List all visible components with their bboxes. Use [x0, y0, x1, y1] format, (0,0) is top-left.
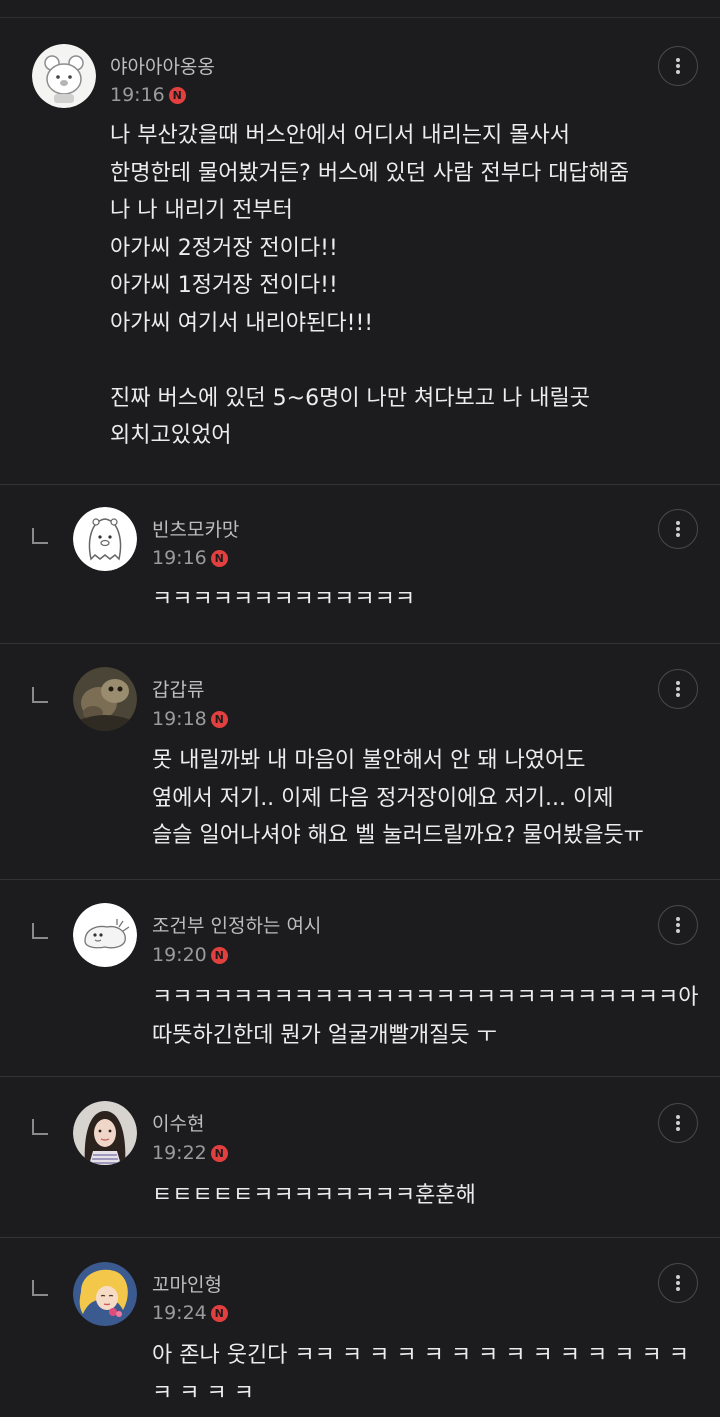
comment-author[interactable]: 갑갑류: [152, 675, 204, 702]
comment-body: ㅋㅋㅋㅋㅋㅋㅋㅋㅋㅋㅋㅋㅋ: [152, 587, 416, 612]
more-options-button[interactable]: [658, 1263, 698, 1303]
avatar[interactable]: [73, 507, 137, 571]
comment-item: 야아아아옹옹 19:16 N 나 부산갔을때 버스안에서 어디서 내리는지 몰사…: [0, 0, 720, 484]
new-badge: N: [210, 1144, 228, 1162]
comment-author[interactable]: 야아아아옹옹: [110, 52, 215, 79]
comment-body: ㅌㅌㅌㅌㅌㅋㅋㅋㅋㅋㅋㅋㅋ훈훈해: [152, 1183, 476, 1208]
comment-meta: 19:22 N: [152, 1142, 228, 1164]
avatar[interactable]: [32, 44, 96, 108]
more-options-button[interactable]: [658, 669, 698, 709]
comment-body: ㅋㅋㅋㅋㅋㅋㅋㅋㅋㅋㅋㅋㅋㅋㅋㅋㅋㅋㅋㅋㅋㅋㅋㅋㅋㅋ아 따뜻하긴한데 뭔가 얼굴…: [152, 985, 699, 1048]
new-badge: N: [210, 549, 228, 567]
new-badge: N: [210, 946, 228, 964]
comment-time: 19:16: [152, 547, 207, 569]
person-photo-avatar: [73, 1101, 137, 1165]
comment-body: 나 부산갔을때 버스안에서 어디서 내리는지 몰사서 한명한테 물어봤거든? 버…: [110, 123, 630, 448]
ghost-bear-avatar: [73, 507, 137, 571]
comment-time: 19:18: [152, 708, 207, 730]
comment-body: 아 존나 웃긴다 ㅋㅋ ㅋ ㅋ ㅋ ㅋ ㅋ ㅋ ㅋ ㅋ ㅋ ㅋ ㅋ ㅋ ㅋ ㅋ …: [152, 1343, 689, 1406]
comment-author[interactable]: 빈츠모카맛: [152, 515, 239, 542]
more-vertical-icon: [676, 917, 680, 933]
reply-item: 빈츠모카맛 19:16 N ㅋㅋㅋㅋㅋㅋㅋㅋㅋㅋㅋㅋㅋ: [0, 485, 720, 643]
cat-face-avatar: [32, 44, 96, 108]
comment-meta: 19:18 N: [152, 708, 228, 730]
avatar[interactable]: [73, 1262, 137, 1326]
avatar[interactable]: [73, 903, 137, 967]
more-vertical-icon: [676, 521, 680, 537]
reply-item: 갑갑류 19:18 N 못 내릴까봐 내 마음이 불안해서 안 돼 나였어도 옆…: [0, 644, 720, 879]
more-options-button[interactable]: [658, 1103, 698, 1143]
reply-item: 이수현 19:22 N ㅌㅌㅌㅌㅌㅋㅋㅋㅋㅋㅋㅋㅋ훈훈해: [0, 1077, 720, 1237]
reply-item: 조건부 인정하는 여시 19:20 N ㅋㅋㅋㅋㅋㅋㅋㅋㅋㅋㅋㅋㅋㅋㅋㅋㅋㅋㅋㅋ…: [0, 880, 720, 1076]
comment-meta: 19:16 N: [152, 547, 228, 569]
reply-arrow-icon: [32, 1119, 48, 1135]
comment-author[interactable]: 꼬마인형: [152, 1270, 222, 1297]
animal-photo-avatar: [73, 667, 137, 731]
reply-arrow-icon: [32, 687, 48, 703]
comment-time: 19:20: [152, 944, 207, 966]
more-vertical-icon: [676, 681, 680, 697]
more-vertical-icon: [676, 1115, 680, 1131]
avatar[interactable]: [73, 667, 137, 731]
reply-arrow-icon: [32, 528, 48, 544]
comment-meta: 19:16 N: [110, 84, 186, 106]
more-vertical-icon: [676, 58, 680, 74]
reply-arrow-icon: [32, 923, 48, 939]
more-options-button[interactable]: [658, 905, 698, 945]
comment-meta: 19:24 N: [152, 1302, 228, 1324]
princess-illustration-avatar: [73, 1262, 137, 1326]
comment-time: 19:16: [110, 84, 165, 106]
new-badge: N: [210, 710, 228, 728]
reply-arrow-icon: [32, 1280, 48, 1296]
new-badge: N: [210, 1304, 228, 1322]
reply-item: 꼬마인형 19:24 N 아 존나 웃긴다 ㅋㅋ ㅋ ㅋ ㅋ ㅋ ㅋ ㅋ ㅋ ㅋ…: [0, 1238, 720, 1417]
creature-sketch-avatar: [73, 903, 137, 967]
comment-author[interactable]: 조건부 인정하는 여시: [152, 911, 321, 938]
comment-author[interactable]: 이수현: [152, 1109, 204, 1136]
avatar[interactable]: [73, 1101, 137, 1165]
new-badge: N: [168, 86, 186, 104]
more-options-button[interactable]: [658, 46, 698, 86]
comment-body: 못 내릴까봐 내 마음이 불안해서 안 돼 나였어도 옆에서 저기.. 이제 다…: [152, 748, 644, 848]
more-options-button[interactable]: [658, 509, 698, 549]
comment-time: 19:22: [152, 1142, 207, 1164]
more-vertical-icon: [676, 1275, 680, 1291]
comment-meta: 19:20 N: [152, 944, 228, 966]
comment-time: 19:24: [152, 1302, 207, 1324]
